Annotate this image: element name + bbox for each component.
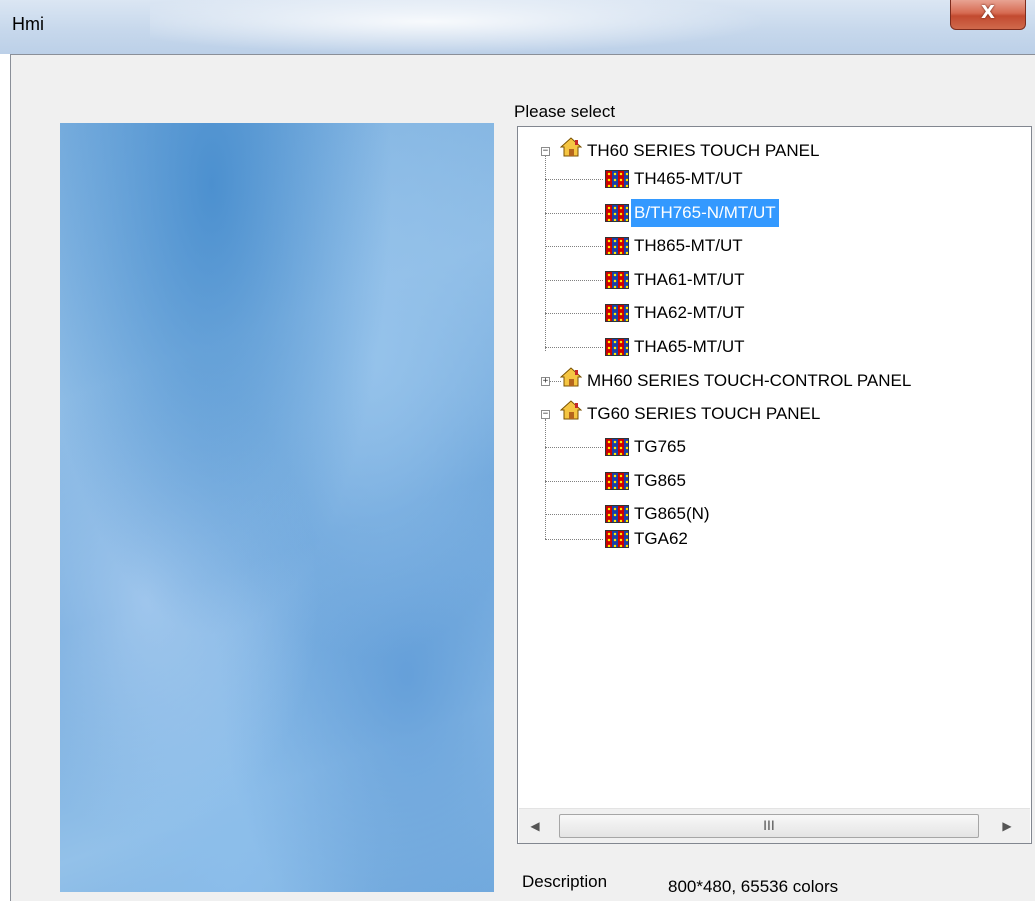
preview-image (60, 123, 494, 892)
tree-item[interactable]: TH465-MT/UT (631, 165, 746, 193)
model-tree[interactable]: − TH60 SERIES TOUCH PANEL TH465-MT/UT B/… (517, 126, 1032, 844)
tree-line (545, 313, 603, 314)
tree-line (545, 347, 603, 348)
tree-line (545, 481, 603, 482)
tree-item-label: TH465-MT/UT (634, 169, 743, 188)
panel-icon (605, 438, 629, 456)
tree-item-label: B/TH765-N/MT/UT (631, 199, 779, 227)
house-icon (560, 137, 582, 157)
tree-item[interactable]: TG865 (631, 467, 689, 495)
expand-toggle[interactable]: + (541, 377, 550, 386)
panel-icon (605, 170, 629, 188)
tree-group-tg60[interactable]: TG60 SERIES TOUCH PANEL (584, 400, 823, 428)
title-bar-glow (150, 0, 770, 54)
collapse-toggle[interactable]: − (541, 410, 550, 419)
tree-line (545, 514, 603, 515)
scroll-right-icon[interactable]: ▶ (999, 818, 1015, 834)
tree-item-label: TG865 (634, 471, 686, 490)
tree-item[interactable]: THA61-MT/UT (631, 266, 748, 294)
scroll-thumb[interactable]: III (559, 814, 979, 838)
tree-item[interactable]: THA62-MT/UT (631, 299, 748, 327)
tree-item-selected[interactable]: B/TH765-N/MT/UT (631, 199, 779, 227)
panel-icon (605, 338, 629, 356)
tree-line (545, 447, 603, 448)
tree-line (545, 419, 546, 539)
description-value: 800*480, 65536 colors (668, 877, 839, 896)
panel-icon (605, 271, 629, 289)
panel-icon (605, 530, 629, 548)
scroll-left-icon[interactable]: ◀ (527, 818, 543, 834)
tree-group-label: TG60 SERIES TOUCH PANEL (587, 404, 821, 423)
house-icon (560, 400, 582, 420)
panel-icon (605, 505, 629, 523)
tree-item-label: TGA62 (634, 529, 688, 548)
tree-line (545, 539, 603, 540)
tree-group-label: TH60 SERIES TOUCH PANEL (587, 141, 820, 160)
tree-item[interactable]: TG865(N) (631, 500, 713, 528)
tree-item[interactable]: TGA62 (631, 525, 691, 553)
tree-group-th60[interactable]: TH60 SERIES TOUCH PANEL (584, 137, 822, 165)
description-label: Description (522, 872, 608, 891)
close-button[interactable]: X (950, 0, 1026, 30)
tree-group-label: MH60 SERIES TOUCH-CONTROL PANEL (587, 371, 912, 390)
tree-item-label: TG865(N) (634, 504, 710, 523)
tree-label: Please select (514, 102, 616, 121)
panel-icon (605, 237, 629, 255)
tree-line (545, 179, 603, 180)
panel-icon (605, 204, 629, 222)
tree-item-label: THA61-MT/UT (634, 270, 745, 289)
tree-item[interactable]: THA65-MT/UT (631, 333, 748, 361)
tree-line (545, 280, 603, 281)
tree-item-label: THA62-MT/UT (634, 303, 745, 322)
window-title: Hmi (12, 14, 44, 34)
tree-group-mh60[interactable]: MH60 SERIES TOUCH-CONTROL PANEL (584, 367, 914, 395)
panel-icon (605, 472, 629, 490)
tree-item-label: TH865-MT/UT (634, 236, 743, 255)
tree-line (545, 213, 603, 214)
tree-item[interactable]: TH865-MT/UT (631, 232, 746, 260)
house-icon (560, 367, 582, 387)
panel-icon (605, 304, 629, 322)
horizontal-scrollbar[interactable]: ◀ III ▶ (519, 808, 1030, 843)
tree-line (545, 151, 546, 351)
collapse-toggle[interactable]: − (541, 147, 550, 156)
tree-line (545, 246, 603, 247)
tree-item-label: TG765 (634, 437, 686, 456)
tree-item[interactable]: TG765 (631, 433, 689, 461)
title-bar: Hmi X (0, 0, 1035, 54)
tree-item-label: THA65-MT/UT (634, 337, 745, 356)
